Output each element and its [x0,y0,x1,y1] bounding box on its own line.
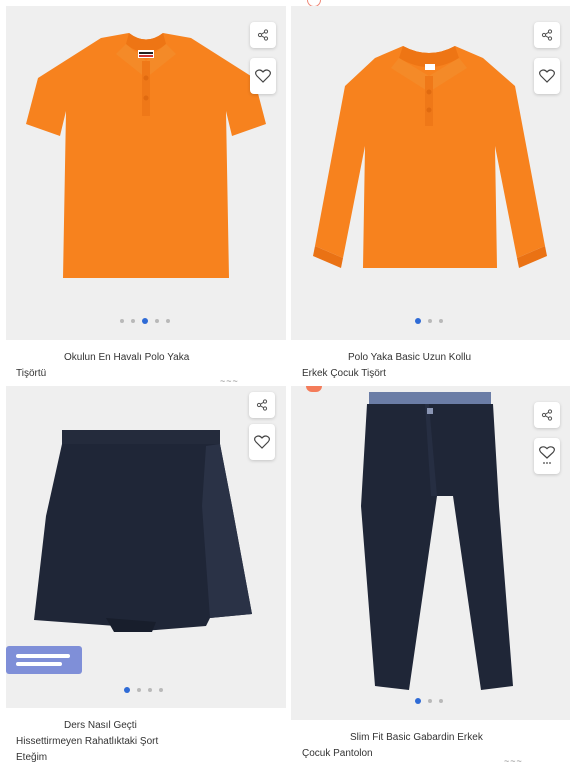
product-title[interactable]: Ders Nasıl Geçti Hissettirmeyen Rahatlık… [16,718,286,766]
pagination-dot[interactable] [439,319,443,323]
price-partial: ~~~ ~~ ~ [504,756,523,768]
share-icon [256,399,268,411]
share-icon [257,29,269,41]
share-icon [541,409,553,421]
pagination-dot[interactable] [120,319,124,323]
share-button[interactable] [249,392,275,418]
share-icon [541,29,553,41]
share-button[interactable] [250,22,276,48]
share-button[interactable] [534,22,560,48]
pagination-dot-active[interactable] [415,698,421,704]
promo-badge [6,646,82,674]
product-image[interactable] [291,386,570,720]
heart-icon [254,435,270,449]
image-pagination [120,318,170,324]
favorite-button[interactable] [249,424,275,460]
favorite-button[interactable] [250,58,276,94]
pagination-dot-active[interactable] [415,318,421,324]
pagination-dot[interactable] [137,688,141,692]
pagination-dot[interactable] [439,699,443,703]
image-pagination [124,687,163,693]
image-pagination [415,698,443,704]
pagination-dot[interactable] [428,699,432,703]
polo-long-sleeve-image [313,46,547,268]
favorite-button[interactable] [534,438,560,474]
pagination-dot[interactable] [159,688,163,692]
product-image[interactable] [6,386,286,708]
heart-icon [539,446,555,464]
product-title[interactable]: Slim Fit Basic Gabardin Erkek Çocuk Pant… [302,730,570,762]
heart-icon [539,69,555,83]
share-button[interactable] [534,402,560,428]
pagination-dot[interactable] [155,319,159,323]
product-image[interactable] [6,6,286,340]
heart-icon [255,69,271,83]
pagination-dot-active[interactable] [142,318,148,324]
image-pagination [415,318,443,324]
pagination-dot[interactable] [428,319,432,323]
product-title[interactable]: Okulun En Havalı Polo Yaka Tişörtü [16,350,286,382]
pagination-dot[interactable] [166,319,170,323]
product-title[interactable]: Polo Yaka Basic Uzun Kollu Erkek Çocuk T… [302,350,570,382]
pagination-dot[interactable] [148,688,152,692]
pagination-dot-active[interactable] [124,687,130,693]
product-image[interactable] [291,6,570,340]
polo-short-sleeve-image [26,33,266,278]
trousers-image [361,392,513,690]
pagination-dot[interactable] [131,319,135,323]
favorite-button[interactable] [534,58,560,94]
